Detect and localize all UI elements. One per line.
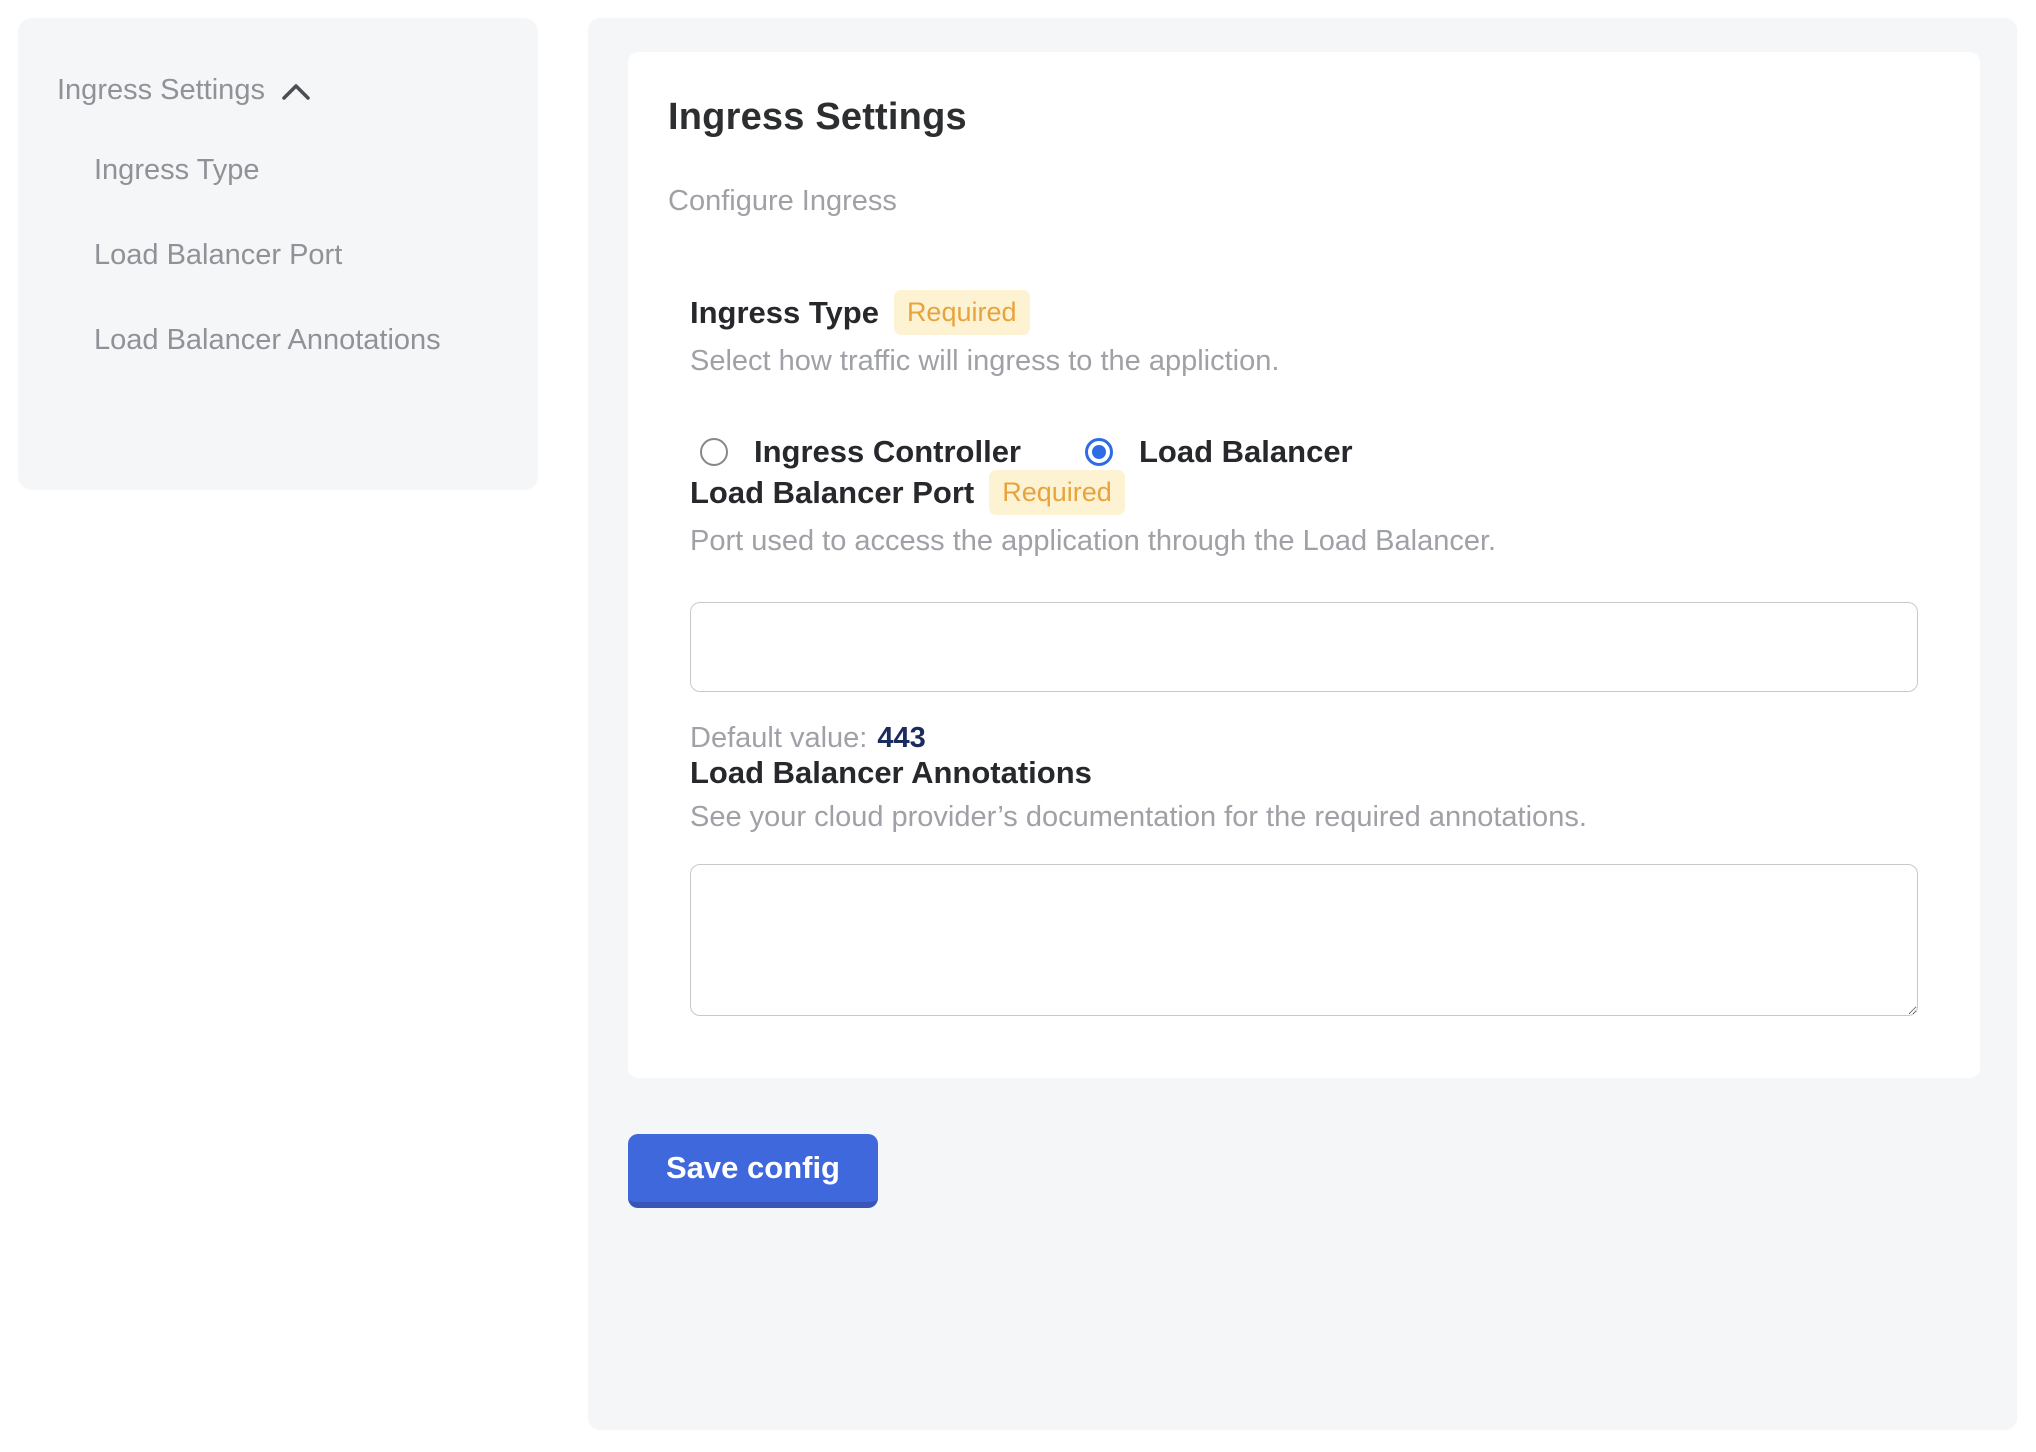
page-subtitle: Configure Ingress	[668, 185, 1940, 218]
ingress-settings-card: Ingress Settings Configure Ingress Ingre…	[628, 52, 1980, 1078]
ingress-type-label: Ingress Type	[690, 295, 879, 331]
page-title: Ingress Settings	[668, 96, 1940, 139]
ingress-type-radio-group: Ingress Controller Load Balancer	[690, 434, 1918, 470]
settings-sidebar: Ingress Settings Ingress Type Load Balan…	[18, 18, 538, 490]
radio-option-load-balancer[interactable]: Load Balancer	[1085, 434, 1353, 470]
section-load-balancer-annotations: Load Balancer Annotations See your cloud…	[690, 755, 1918, 1016]
radio-unselected-icon[interactable]	[700, 438, 728, 466]
load-balancer-annotations-label: Load Balancer Annotations	[690, 755, 1092, 791]
radio-selected-icon[interactable]	[1085, 438, 1113, 466]
sidebar-nav: Ingress Type Load Balancer Port Load Bal…	[57, 140, 498, 370]
load-balancer-annotations-description: See your cloud provider’s documentation …	[690, 801, 1918, 834]
radio-label-load-balancer[interactable]: Load Balancer	[1139, 434, 1353, 470]
section-ingress-type: Ingress Type Required Select how traffic…	[690, 290, 1918, 470]
sidebar-item-ingress-type[interactable]: Ingress Type	[57, 140, 457, 200]
required-badge: Required	[894, 290, 1030, 335]
required-badge: Required	[989, 470, 1125, 515]
sidebar-item-load-balancer-annotations[interactable]: Load Balancer Annotations	[57, 310, 457, 370]
sidebar-group-label: Ingress Settings	[57, 60, 265, 120]
sidebar-group-ingress-settings[interactable]: Ingress Settings	[57, 60, 498, 120]
sidebar-item-load-balancer-port[interactable]: Load Balancer Port	[57, 225, 457, 285]
radio-label-ingress-controller[interactable]: Ingress Controller	[754, 434, 1021, 470]
ingress-type-description: Select how traffic will ingress to the a…	[690, 345, 1918, 378]
main-panel: Ingress Settings Configure Ingress Ingre…	[588, 18, 2017, 1430]
save-config-button[interactable]: Save config	[628, 1134, 878, 1208]
radio-option-ingress-controller[interactable]: Ingress Controller	[700, 434, 1021, 470]
default-value-number: 443	[877, 722, 925, 754]
load-balancer-annotations-textarea[interactable]	[690, 864, 1918, 1016]
section-load-balancer-port: Load Balancer Port Required Port used to…	[690, 470, 1918, 755]
load-balancer-port-description: Port used to access the application thro…	[690, 525, 1918, 558]
load-balancer-port-label: Load Balancer Port	[690, 475, 974, 511]
chevron-up-icon[interactable]	[281, 82, 311, 102]
default-value-label: Default value:	[690, 722, 867, 754]
load-balancer-port-input[interactable]	[690, 602, 1918, 692]
default-value-row: Default value: 443	[690, 722, 1918, 755]
